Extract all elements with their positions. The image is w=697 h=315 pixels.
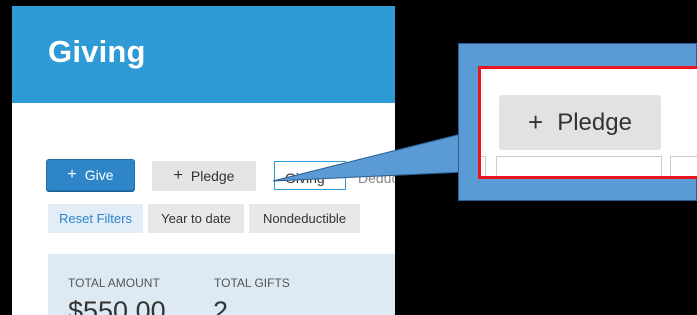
callout-arrow [272,132,466,182]
zoomed-tab-edge [670,156,697,176]
zoomed-pledge-label: Pledge [557,108,632,136]
zoomed-pledge-button: + Pledge [499,95,661,150]
zoom-highlight: + Pledge [478,66,697,179]
zoomed-tab [496,156,662,176]
plus-icon: + [528,107,544,137]
zoomed-tab-edge [481,156,486,176]
